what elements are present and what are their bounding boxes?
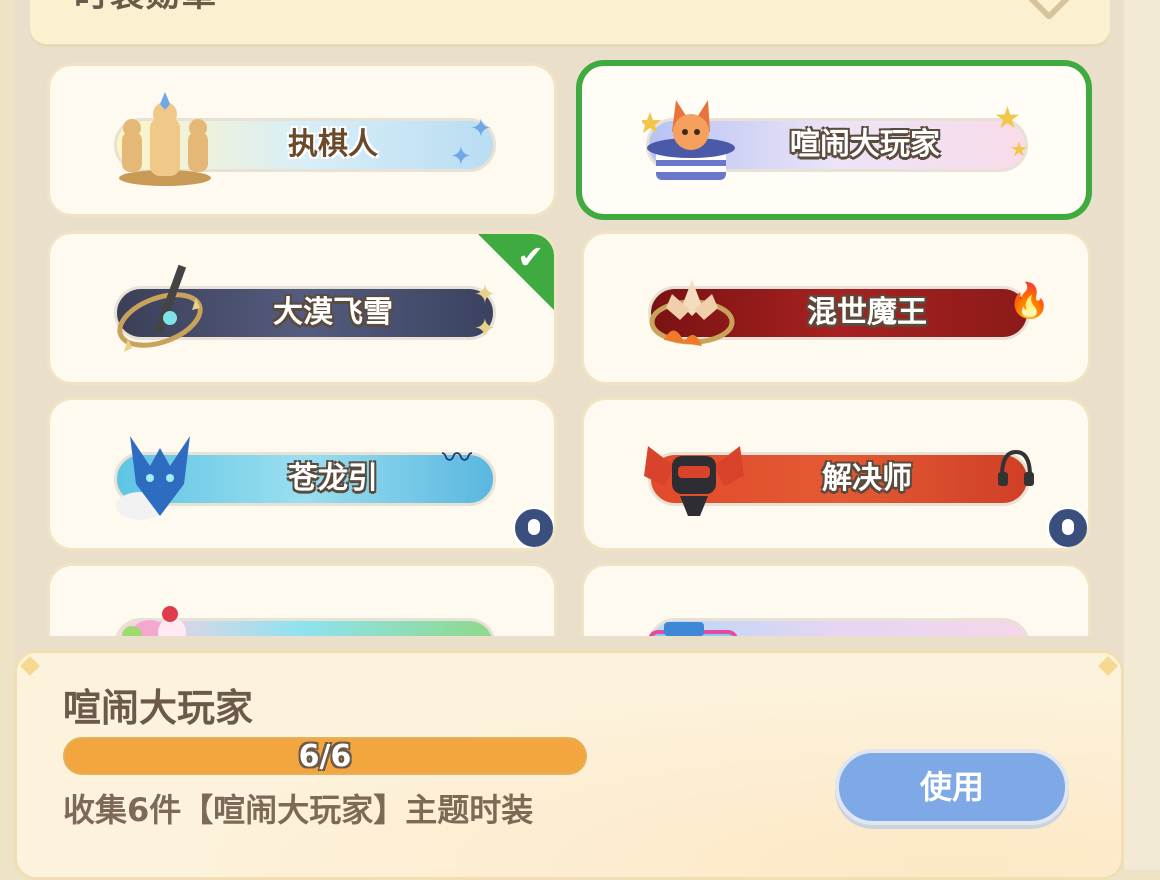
header-title: 时装勋章 xyxy=(74,0,218,12)
sparkle-icon: ✦ xyxy=(474,314,496,344)
sparkle-icon: ✦ xyxy=(470,114,492,144)
badge-grid[interactable]: ✦ ✦ 执棋人 ★ ★ 喧闹大玩家 ✦ ✦ 大漠飞雪 ✔ 🔥 混世魔王 〰 苍龙… xyxy=(0,0,1160,636)
badge-card-demon[interactable]: 🔥 混世魔王 xyxy=(584,234,1088,382)
lock-icon xyxy=(512,506,554,548)
badge-card-resolver[interactable]: 解决师 xyxy=(584,400,1088,548)
badge-label: 苍龙引 xyxy=(288,461,378,496)
badge-label: 执棋人 xyxy=(288,127,378,162)
category-header[interactable]: 时装勋章 xyxy=(30,0,1110,44)
star-icon: ★ xyxy=(1010,137,1028,161)
progress-bar: 6/6 xyxy=(63,737,587,775)
badge-card-party[interactable]: ★ ★ 喧闹大玩家 xyxy=(582,66,1086,214)
badge-card-glasses[interactable] xyxy=(584,566,1088,636)
progress-text: 6/6 xyxy=(298,739,352,774)
badge-card-dragon[interactable]: 〰 苍龙引 xyxy=(50,400,554,548)
detail-panel: 喧闹大玩家 6/6 收集6件【喧闹大玩家】主题时装 使用 xyxy=(14,650,1124,880)
badge-label: 大漠飞雪 xyxy=(273,295,393,330)
badge-card-chess[interactable]: ✦ ✦ 执棋人 xyxy=(50,66,554,214)
badge-card-desert[interactable]: ✦ ✦ 大漠飞雪 ✔ xyxy=(50,234,554,382)
detail-description: 收集6件【喧闹大玩家】主题时装 xyxy=(63,791,534,829)
chevron-down-icon[interactable] xyxy=(1019,0,1079,21)
badge-label xyxy=(198,618,468,636)
check-icon: ✔ xyxy=(517,238,544,276)
badge-card-dessert[interactable] xyxy=(50,566,554,636)
detail-title: 喧闹大玩家 xyxy=(63,686,254,730)
headphones-icon xyxy=(998,449,1034,486)
lock-icon xyxy=(1046,506,1088,548)
use-button[interactable]: 使用 xyxy=(835,749,1069,825)
badge-label: 混世魔王 xyxy=(807,295,927,330)
badge-label xyxy=(732,618,1002,636)
badge-label: 解决师 xyxy=(822,461,912,496)
badge-label: 喧闹大玩家 xyxy=(790,127,940,162)
flame-icon: 🔥 xyxy=(1008,281,1051,321)
